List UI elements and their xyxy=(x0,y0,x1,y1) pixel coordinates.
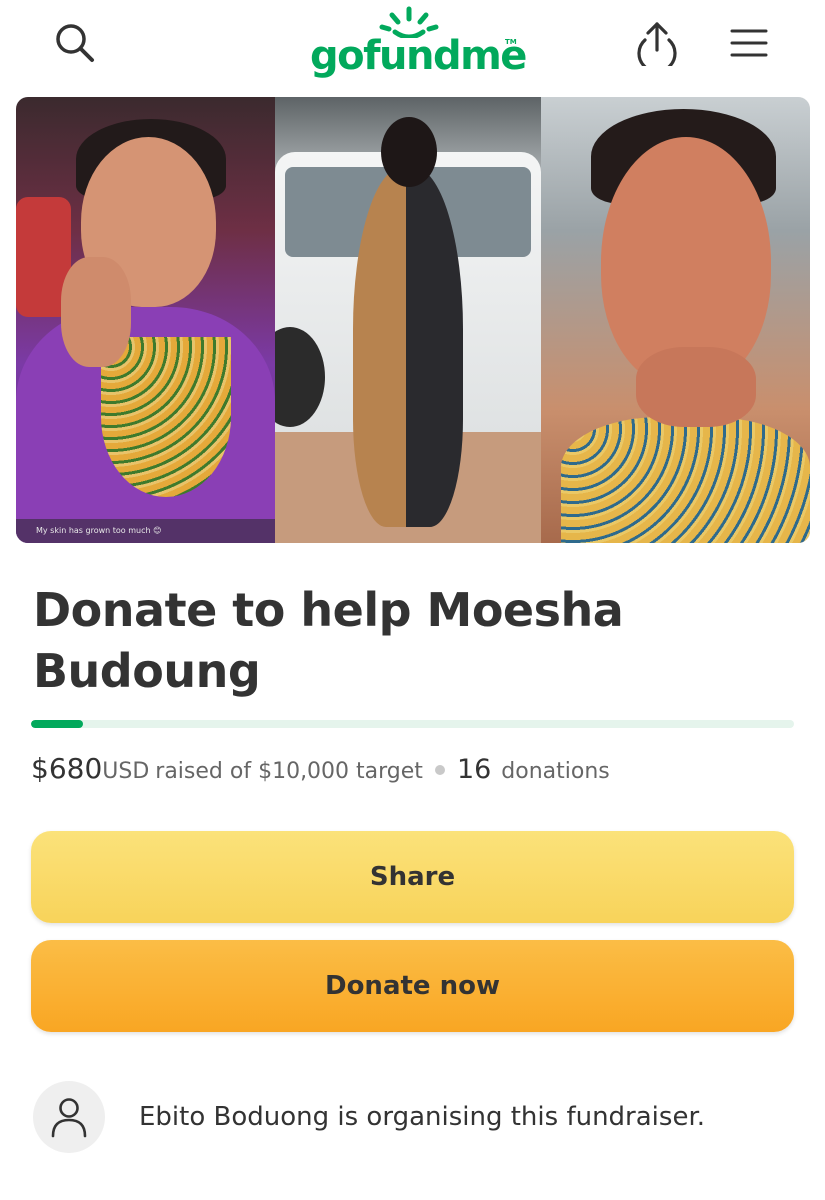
hero-photo-full-body xyxy=(275,97,541,543)
logo-trademark: TM xyxy=(505,38,517,46)
search-icon xyxy=(56,24,94,62)
woman-head xyxy=(381,117,437,187)
dress-pattern xyxy=(101,337,231,497)
hand xyxy=(61,257,131,367)
share-button[interactable]: Share xyxy=(31,831,794,923)
campaign-hero-image[interactable]: My skin has grown too much 😊 xyxy=(16,97,810,543)
organiser-avatar xyxy=(33,1081,105,1153)
upload-share-icon xyxy=(637,22,677,66)
campaign-title: Donate to help Moesha Budoung xyxy=(33,583,624,698)
app-header: gofundme TM xyxy=(0,0,825,92)
hero-photo-selfie-right xyxy=(541,97,810,543)
hand xyxy=(636,347,756,427)
woman-figure xyxy=(353,167,463,527)
progress-bar-fill xyxy=(31,720,83,728)
hero-photo-selfie-left: My skin has grown too much 😊 xyxy=(16,97,275,543)
search-button[interactable] xyxy=(48,16,102,70)
share-header-button[interactable] xyxy=(630,16,684,70)
donate-now-button[interactable]: Donate now xyxy=(31,940,794,1032)
patterned-dress xyxy=(561,417,810,543)
progress-bar xyxy=(31,720,794,728)
photo-caption: My skin has grown too much 😊 xyxy=(16,519,275,543)
fundraising-stats: $680 USD raised of $10,000 target 16 don… xyxy=(31,752,811,792)
user-icon xyxy=(51,1098,87,1138)
organiser-row[interactable]: Ebito Boduong is organising this fundrai… xyxy=(33,1080,803,1154)
organiser-text: Ebito Boduong is organising this fundrai… xyxy=(139,1102,706,1132)
raised-amount: $680 xyxy=(31,752,103,785)
hamburger-menu-icon xyxy=(730,29,768,57)
raised-target-text: raised of $10,000 target xyxy=(155,759,423,784)
separator-dot xyxy=(434,765,445,775)
donations-count[interactable]: 16 xyxy=(457,754,491,785)
donations-label[interactable]: donations xyxy=(501,759,609,784)
gofundme-logo[interactable]: gofundme TM xyxy=(300,6,527,86)
logo-wordmark: gofundme xyxy=(310,33,527,79)
raised-currency: USD xyxy=(102,759,150,784)
menu-button[interactable] xyxy=(722,16,776,70)
